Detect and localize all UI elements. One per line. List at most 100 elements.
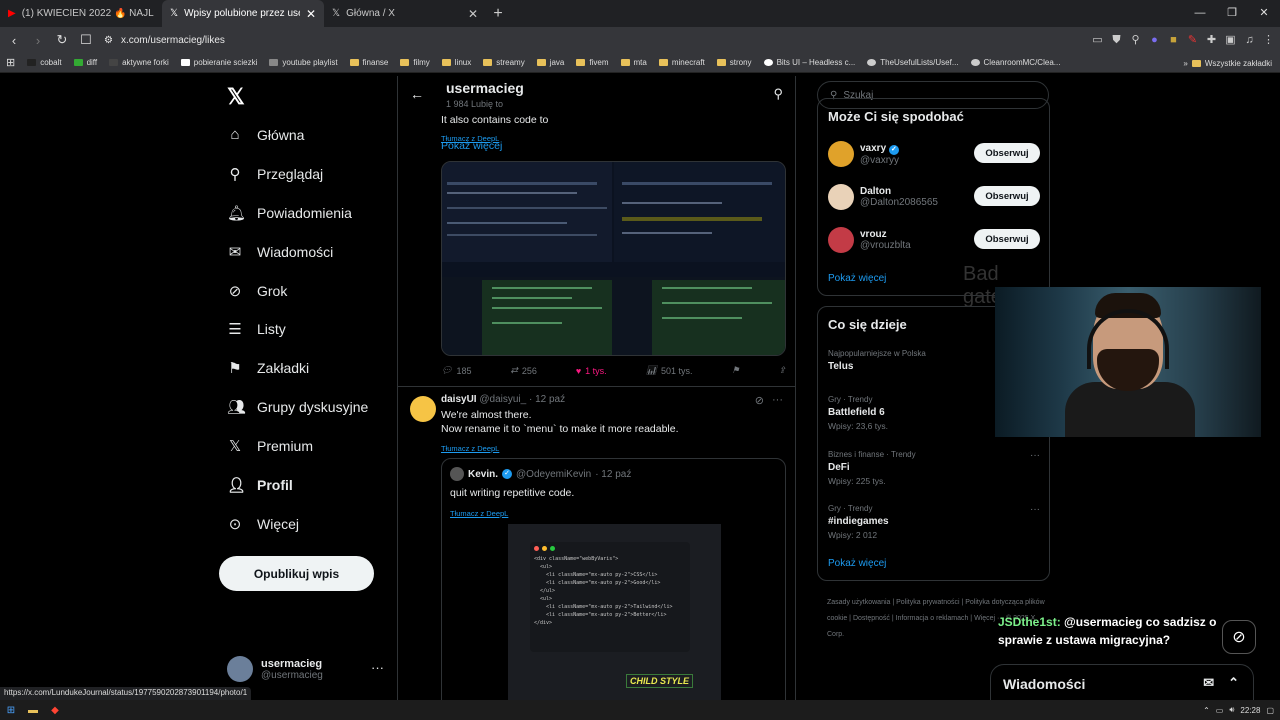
- show-more-link[interactable]: Pokaż więcej: [441, 140, 502, 152]
- bookmark-folder[interactable]: mta: [615, 58, 653, 67]
- post-button[interactable]: Opublikuj wpis: [219, 556, 374, 591]
- trend-item[interactable]: Biznes i finanse · Trendy DeFi Wpisy: 225 …: [828, 450, 1040, 486]
- bookmark-folder[interactable]: filmy: [394, 58, 435, 67]
- back-icon[interactable]: ‹: [4, 33, 24, 48]
- sidepanel-icon[interactable]: ▣: [1223, 33, 1238, 48]
- account-switcher[interactable]: usermacieg @usermacieg: [227, 656, 323, 682]
- follow-button[interactable]: Obserwuj: [974, 229, 1040, 249]
- views-button[interactable]: 📊︎ 501 tys.: [646, 365, 693, 376]
- tweet-image[interactable]: [441, 161, 786, 356]
- bookmark-folder[interactable]: linux: [436, 58, 477, 67]
- more-icon[interactable]: ···: [1030, 450, 1040, 461]
- sidebar-item-notifications[interactable]: 🔔︎ Powiadomienia: [227, 204, 352, 222]
- network-icon[interactable]: ▭: [1216, 706, 1224, 715]
- bookmark-folder[interactable]: fivem: [570, 58, 614, 67]
- overflow-icon[interactable]: »: [1183, 59, 1187, 68]
- bookmark-item[interactable]: aktywne forki: [103, 58, 175, 67]
- like-button[interactable]: ♥ 1 tys.: [576, 365, 607, 376]
- cast-icon[interactable]: ▭: [1090, 33, 1105, 48]
- bookmark-item[interactable]: pobieranie sciezki: [175, 58, 264, 67]
- sidebar-item-bookmarks[interactable]: ⚑ Zakładki: [227, 359, 309, 377]
- follow-suggestion[interactable]: vaxry ✓ @vaxryy Obserwuj: [828, 141, 1040, 167]
- bookmark-folder[interactable]: streamy: [477, 58, 530, 67]
- sidebar-item-lists[interactable]: ☰ Listy: [227, 320, 286, 338]
- windows-start-icon[interactable]: ⊞: [0, 705, 22, 716]
- bookmark-folder[interactable]: strony: [711, 58, 758, 67]
- extension-icon[interactable]: ●: [1147, 33, 1162, 48]
- bookmark-folder[interactable]: minecraft: [653, 58, 711, 67]
- apps-icon[interactable]: ⊞: [0, 56, 21, 69]
- bookmark-button[interactable]: ⚑: [731, 365, 739, 376]
- follow-button[interactable]: Obserwuj: [974, 186, 1040, 206]
- bookmark-item[interactable]: youtube playlist: [263, 58, 343, 67]
- x-logo-icon[interactable]: 𝕏: [227, 84, 245, 110]
- bookmark-item[interactable]: cobalt: [21, 58, 67, 67]
- bookmark-item[interactable]: diff: [68, 58, 104, 67]
- search-icon[interactable]: ⚲: [773, 86, 783, 102]
- browser-icon[interactable]: ◆: [44, 705, 66, 716]
- shield-icon[interactable]: ⛊: [1109, 33, 1124, 48]
- back-arrow-icon[interactable]: ←: [410, 86, 424, 102]
- minimize-icon[interactable]: —: [1184, 0, 1216, 27]
- sidebar-item-profile[interactable]: 👤︎ Profil: [227, 476, 293, 494]
- new-message-icon[interactable]: ✉: [1203, 675, 1214, 691]
- menu-icon[interactable]: ⋮: [1261, 33, 1276, 48]
- extension-icon[interactable]: ■: [1166, 33, 1181, 48]
- close-window-icon[interactable]: ✕: [1248, 0, 1280, 27]
- translate-link[interactable]: Tłumacz z DeepL: [441, 438, 499, 456]
- sidebar-item-communities[interactable]: 👥︎ Grupy dyskusyjne: [227, 398, 368, 416]
- avatar[interactable]: [410, 396, 436, 422]
- bookmark-folder[interactable]: java: [531, 58, 571, 67]
- follow-suggestion[interactable]: vrouz @vrouzblta Obserwuj: [828, 227, 1040, 253]
- site-info-icon[interactable]: ⚙: [104, 35, 113, 46]
- bookmark-item[interactable]: TheUsefulLists/Usef...: [861, 58, 964, 67]
- url-field[interactable]: ⚙ x.com/usermacieg/likes: [104, 35, 225, 46]
- sidebar-item-messages[interactable]: ✉ Wiadomości: [227, 243, 334, 261]
- all-bookmarks[interactable]: » Wszystkie zakładki: [1183, 53, 1272, 73]
- sidebar-item-explore[interactable]: ⚲ Przeglądaj: [227, 165, 324, 183]
- bookmark-folder[interactable]: finanse: [344, 58, 395, 67]
- messages-drawer[interactable]: Wiadomości ✉ ⌃: [990, 664, 1254, 704]
- translate-link[interactable]: Tłumacz z DeepL: [450, 503, 508, 521]
- show-more-link[interactable]: Pokaż więcej: [828, 558, 886, 569]
- search-icon[interactable]: ⚲: [1128, 33, 1143, 48]
- volume-icon[interactable]: 🔊︎: [1229, 705, 1234, 715]
- show-more-link[interactable]: Pokaż więcej: [828, 273, 886, 284]
- sidebar-item-grok[interactable]: ⊘ Grok: [227, 282, 288, 300]
- close-tab-icon[interactable]: ✕: [468, 7, 478, 21]
- quote-image[interactable]: <div className="webByVaris"> <ul> <li cl…: [508, 524, 721, 700]
- share-button[interactable]: ⇪: [778, 365, 786, 376]
- restore-icon[interactable]: ❐: [1216, 0, 1248, 27]
- new-tab-button[interactable]: +: [486, 5, 510, 23]
- more-icon[interactable]: ···: [1030, 504, 1040, 515]
- repost-button[interactable]: ⇄ 256: [510, 365, 537, 376]
- clock[interactable]: 22:28: [1240, 706, 1260, 715]
- tab-home[interactable]: 𝕏 Główna / X ✕: [324, 0, 486, 27]
- follow-button[interactable]: Obserwuj: [974, 143, 1040, 163]
- quoted-tweet[interactable]: Kevin. ✓ @OdeyemiKevin · 12 paź quit wri…: [441, 458, 786, 700]
- puzzle-icon[interactable]: ✚: [1204, 33, 1219, 48]
- forward-icon[interactable]: ›: [28, 33, 48, 48]
- folder-icon[interactable]: ▬: [22, 705, 44, 716]
- tab-youtube[interactable]: ▶(1) KWIECIEŃ 2022 🔥 NAJLEPSZ: [0, 0, 162, 27]
- chevron-up-icon[interactable]: ⌃: [1203, 706, 1210, 715]
- grok-button[interactable]: ⊘: [1222, 620, 1256, 654]
- notification-icon[interactable]: ▢: [1266, 706, 1274, 715]
- bookmark-item[interactable]: Bits UI – Headless c...: [758, 58, 862, 67]
- expand-icon[interactable]: ⌃: [1228, 675, 1239, 691]
- more-icon[interactable]: ···: [772, 394, 783, 407]
- sidebar-item-premium[interactable]: 𝕏 Premium: [227, 437, 313, 455]
- trend-item[interactable]: Gry · Trendy #indiegames Wpisy: 2 012 ···: [828, 504, 1040, 540]
- sidebar-item-more[interactable]: ⊙ Więcej: [227, 515, 299, 533]
- follow-suggestion[interactable]: Dalton @Dalton2086565 Obserwuj: [828, 184, 1040, 210]
- close-tab-icon[interactable]: ✕: [306, 7, 316, 21]
- tab-likes[interactable]: 𝕏Wpisy polubione przez usermac✕: [162, 0, 324, 27]
- sidebar-item-home[interactable]: ⌂ Główna: [227, 126, 304, 143]
- reload-icon[interactable]: ↻: [52, 32, 72, 48]
- account-more-icon[interactable]: ···: [371, 660, 384, 675]
- media-icon[interactable]: ♫: [1242, 33, 1257, 48]
- reply-button[interactable]: 💬︎ 185: [441, 365, 471, 376]
- bookmark-item[interactable]: CleanroomMC/Clea...: [965, 58, 1067, 67]
- extension-icon[interactable]: ✎: [1185, 33, 1200, 48]
- bookmark-page-icon[interactable]: ☐: [76, 32, 96, 48]
